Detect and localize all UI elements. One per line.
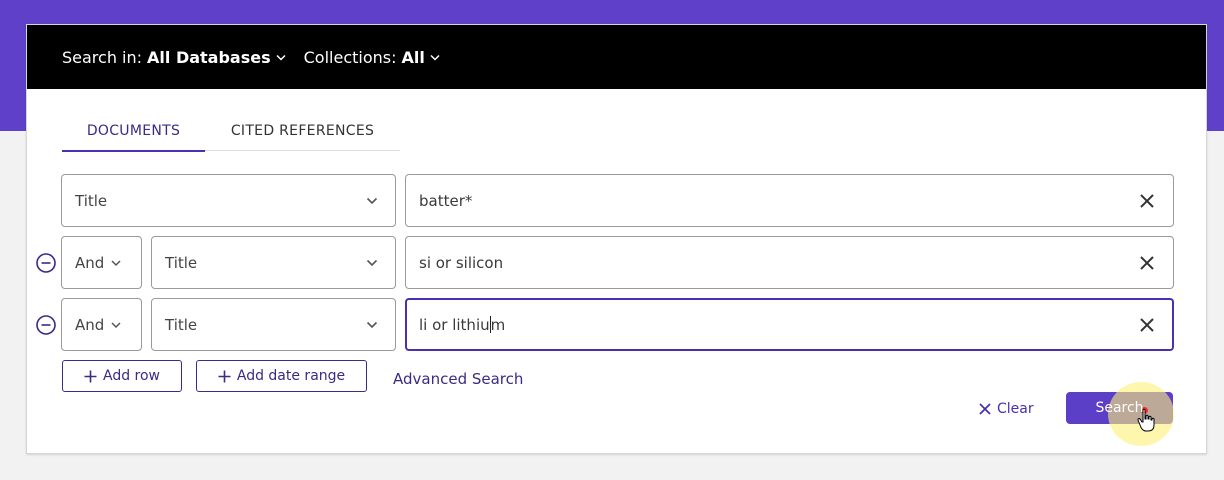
field-select-value: Title — [165, 315, 198, 334]
operator-value: And — [75, 315, 105, 334]
chevron-down-icon — [366, 259, 378, 267]
collections-selector[interactable]: Collections: All — [304, 48, 440, 67]
search-in-label: Search in: — [62, 47, 143, 67]
plus-icon — [84, 370, 97, 383]
search-input-value: batter* — [419, 191, 473, 210]
chevron-down-icon — [111, 321, 121, 328]
add-row-button[interactable]: Add row — [62, 360, 182, 392]
clear-label: Clear — [997, 401, 1034, 417]
search-card: Search in: All Databases Collections: Al… — [26, 24, 1207, 454]
search-label: Search — [1095, 400, 1144, 416]
chevron-down-icon — [366, 321, 378, 329]
close-icon[interactable] — [1139, 317, 1155, 333]
chevron-down-icon — [430, 54, 440, 61]
search-input-value: si or silicon — [419, 253, 504, 272]
close-icon[interactable] — [1139, 193, 1155, 209]
clear-button[interactable]: Clear — [979, 399, 1034, 419]
add-date-range-label: Add date range — [236, 368, 346, 384]
field-select-value: Title — [165, 253, 198, 272]
search-input-value-after-caret: m — [490, 315, 506, 334]
field-select-value: Title — [75, 191, 108, 210]
plus-icon — [218, 370, 231, 383]
advanced-search-link[interactable]: Advanced Search — [393, 370, 523, 388]
chevron-down-icon — [366, 197, 378, 205]
close-icon — [979, 403, 991, 415]
field-select[interactable]: Title — [61, 174, 396, 227]
field-select[interactable]: Title — [151, 236, 396, 289]
search-input[interactable]: si or silicon — [405, 236, 1174, 289]
close-icon[interactable] — [1139, 255, 1155, 271]
remove-circle-icon[interactable] — [35, 314, 57, 336]
tab-documents[interactable]: DOCUMENTS — [62, 111, 205, 152]
tab-cited-references[interactable]: CITED REFERENCES — [205, 111, 400, 151]
collections-value: All — [401, 47, 425, 67]
search-in-value: All Databases — [147, 47, 271, 67]
search-input[interactable]: batter* — [405, 174, 1174, 227]
search-tabs: DOCUMENTS CITED REFERENCES — [62, 111, 400, 152]
search-input-value-before-caret: li or lithiu — [419, 315, 490, 334]
operator-select[interactable]: And — [61, 298, 142, 351]
add-row-label: Add row — [102, 368, 161, 384]
chevron-down-icon — [111, 259, 121, 266]
field-select[interactable]: Title — [151, 298, 396, 351]
database-selector[interactable]: Search in: All Databases — [62, 48, 286, 67]
chevron-down-icon — [276, 54, 286, 61]
collections-label: Collections: — [303, 47, 397, 67]
operator-value: And — [75, 253, 105, 272]
search-header: Search in: All Databases Collections: Al… — [27, 25, 1206, 89]
add-date-range-button[interactable]: Add date range — [196, 360, 367, 392]
search-input-active[interactable]: li or lithiu m — [405, 298, 1174, 351]
remove-circle-icon[interactable] — [35, 252, 57, 274]
operator-select[interactable]: And — [61, 236, 142, 289]
